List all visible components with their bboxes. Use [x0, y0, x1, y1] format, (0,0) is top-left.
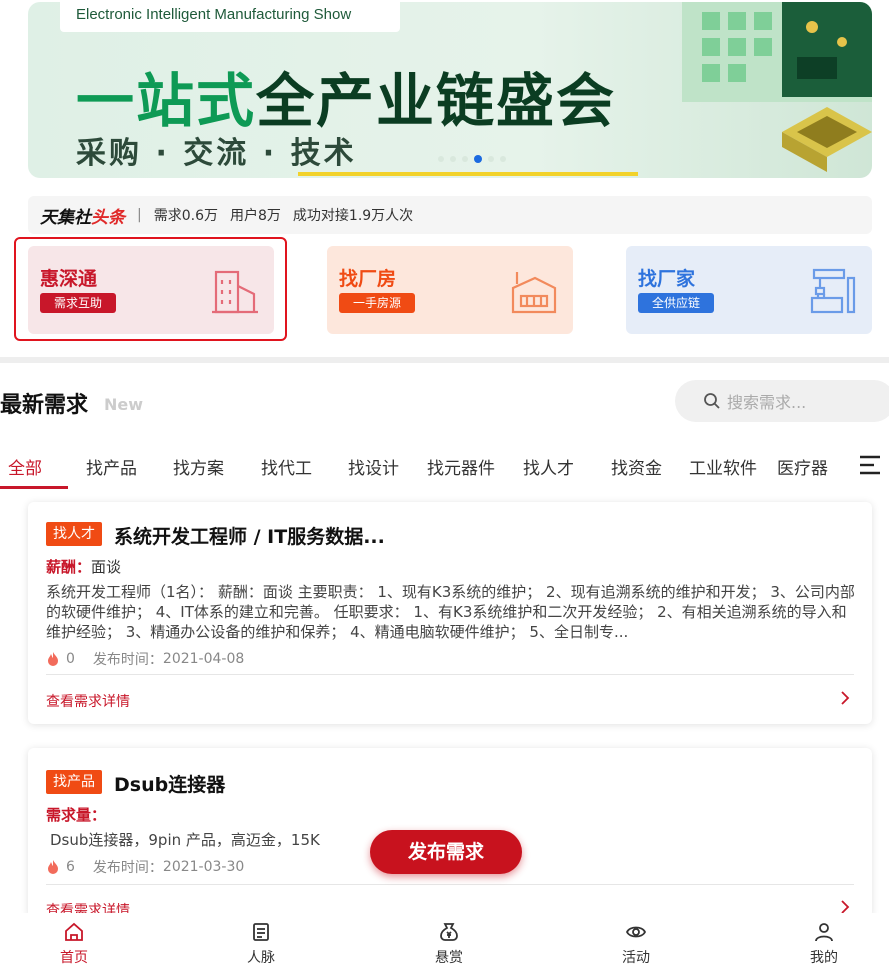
search-placeholder: 搜索需求... [727, 393, 807, 412]
nav-label: 我的 [810, 950, 838, 966]
nav-label: 人脉 [247, 950, 275, 966]
carousel-dot[interactable] [462, 156, 468, 162]
card-meta: 0 发布时间： 2021-04-08 [46, 649, 244, 669]
section-subtitle: New [104, 395, 144, 414]
nav-label: 首页 [60, 950, 88, 966]
nav-mine[interactable]: 我的 [794, 921, 854, 967]
home-icon [65, 922, 83, 941]
nav-label: 活动 [622, 950, 650, 966]
tab-find-talent[interactable]: 找人才 [523, 454, 574, 479]
separator: | [137, 207, 142, 223]
tab-find-design[interactable]: 找设计 [348, 454, 399, 479]
banner-underline [298, 172, 638, 176]
category-card-manufacturer[interactable]: 找厂家 全供应链 [626, 246, 872, 334]
tab-find-product[interactable]: 找产品 [86, 454, 137, 479]
field-label: 需求量 [46, 806, 92, 824]
tab-find-funding[interactable]: 找资金 [611, 454, 662, 479]
type-badge: 找产品 [46, 770, 102, 794]
tab-medical[interactable]: 医疗器 [777, 454, 828, 479]
user-icon [815, 923, 833, 942]
promo-banner[interactable]: Electronic Intelligent Manufacturing Sho… [28, 2, 872, 178]
category-pill: 全供应链 [638, 293, 715, 313]
banner-subline: 采购 · 交流 · 技术 [76, 136, 357, 171]
stat-matched: 成功对接1.9万人次 [292, 208, 414, 224]
banner-headline-green: 一站式 [76, 67, 257, 135]
date-label: 发布时间： [92, 860, 163, 876]
bottom-navigation: 首页 人脉 悬赏 活动 我的 [0, 913, 889, 969]
highlight-outline [14, 237, 287, 341]
publish-date: 2021-03-30 [162, 859, 245, 875]
type-badge: 找人才 [46, 522, 102, 546]
category-pill: 一手房源 [339, 293, 416, 313]
tab-active-underline [0, 486, 68, 489]
field-value: 面谈 [91, 558, 122, 576]
fire-icon [48, 860, 58, 874]
menu-icon[interactable] [858, 454, 882, 476]
card-meta: 6 发布时间： 2021-03-30 [46, 857, 244, 877]
tab-find-components[interactable]: 找元器件 [427, 454, 495, 479]
view-detail-link[interactable]: 查看需求详情 [46, 691, 130, 711]
publish-date: 2021-04-08 [162, 651, 245, 667]
tab-find-solution[interactable]: 找方案 [173, 454, 224, 479]
search-icon [704, 393, 720, 409]
reward-bag-icon [440, 923, 458, 941]
carousel-dots[interactable] [438, 155, 506, 163]
tab-all[interactable]: 全部 [8, 454, 42, 479]
hot-count: 0 [66, 651, 75, 667]
nav-contacts[interactable]: 人脉 [231, 921, 291, 967]
eye-icon [625, 926, 647, 938]
factory-icon [511, 272, 557, 314]
banner-headline: 一站式全产业链盛会 [76, 54, 616, 138]
category-title: 找厂家 [638, 268, 696, 290]
carousel-dot[interactable] [438, 156, 444, 162]
fire-icon [48, 652, 58, 666]
nav-home[interactable]: 首页 [44, 921, 104, 967]
brand-logo-dark: 天集社 [40, 207, 91, 228]
headline-stats-bar[interactable]: 天集社头条 | 需求0.6万 用户8万 成功对接1.9万人次 [28, 196, 872, 234]
contacts-icon [253, 923, 269, 941]
category-card-factory[interactable]: 找厂房 一手房源 [327, 246, 573, 334]
card-divider [46, 674, 854, 675]
section-title: 最新需求 [0, 393, 89, 418]
chevron-right-icon[interactable] [840, 691, 850, 705]
carousel-dot[interactable] [488, 156, 494, 162]
carousel-dot-active[interactable] [474, 155, 482, 163]
circuit-board-illustration [682, 2, 872, 172]
nav-reward[interactable]: 悬赏 [419, 921, 479, 967]
nav-label: 悬赏 [435, 950, 463, 966]
search-input[interactable]: 搜索需求... [675, 380, 889, 422]
brand-logo-red: 头条 [91, 207, 125, 228]
tab-industrial-software[interactable]: 工业软件 [689, 454, 757, 479]
chevron-right-icon[interactable] [840, 900, 850, 914]
stat-demand: 需求0.6万 [153, 208, 218, 224]
demand-card[interactable]: 找人才 系统开发工程师 / IT服务数据... 薪酬：面谈 系统开发工程师（1名… [28, 502, 872, 724]
carousel-dot[interactable] [450, 156, 456, 162]
quantity-field: 需求量： [46, 806, 107, 824]
salary-field: 薪酬：面谈 [46, 558, 122, 576]
date-label: 发布时间： [92, 652, 163, 668]
publish-demand-button[interactable]: 发布需求 [370, 830, 522, 874]
card-divider [46, 884, 854, 885]
hot-count: 6 [66, 859, 75, 875]
stat-users: 用户8万 [229, 208, 281, 224]
banner-tag: Electronic Intelligent Manufacturing Sho… [76, 6, 352, 23]
nav-activity[interactable]: 活动 [606, 921, 666, 967]
robot-arm-icon [810, 268, 856, 314]
field-label: 薪酬 [46, 558, 77, 576]
category-title: 找厂房 [339, 268, 397, 290]
tab-find-oem[interactable]: 找代工 [261, 454, 312, 479]
brand-logo: 天集社头条 [40, 203, 125, 228]
section-divider [0, 357, 889, 363]
carousel-dot[interactable] [500, 156, 506, 162]
category-tabs[interactable]: 全部 找产品 找方案 找代工 找设计 找元器件 找人才 找资金 工业软件 医疗器 [0, 448, 889, 490]
card-description: 系统开发工程师（1名）： 薪酬：面谈 主要职责： 1、现有K3系统的维护； 2、… [46, 583, 855, 641]
card-title: 系统开发工程师 / IT服务数据... [114, 526, 385, 548]
banner-headline-dark: 全产业链盛会 [256, 67, 617, 135]
card-title: Dsub连接器 [114, 774, 226, 796]
